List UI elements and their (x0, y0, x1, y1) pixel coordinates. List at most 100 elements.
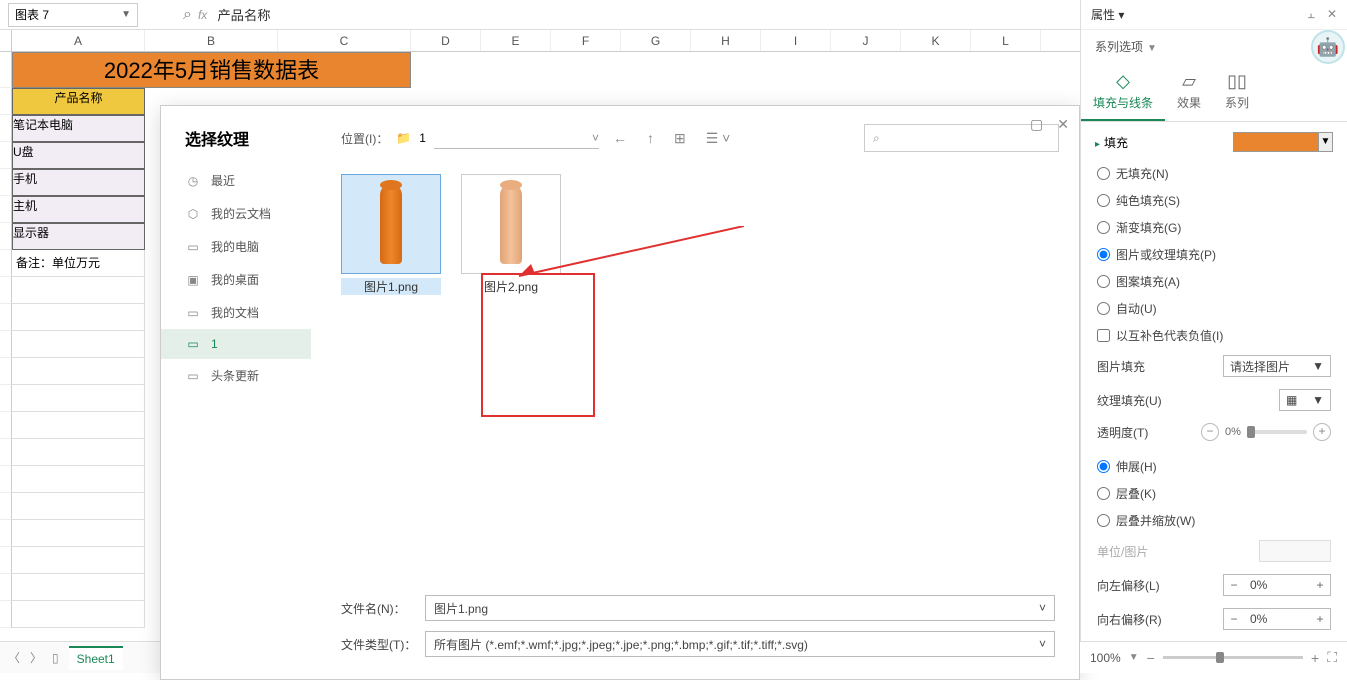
row-head-7[interactable] (0, 223, 12, 250)
row-head[interactable] (0, 466, 12, 493)
side-pc[interactable]: ▭我的电脑 (161, 230, 311, 263)
decrease-icon[interactable]: − (1224, 578, 1244, 592)
col-H[interactable]: H (691, 30, 761, 51)
col-G[interactable]: G (621, 30, 691, 51)
side-recent[interactable]: ◷最近 (161, 164, 311, 197)
fill-gradient-radio[interactable]: 渐变填充(G) (1095, 214, 1333, 241)
note-cell[interactable]: 备注：单位万元 (12, 250, 145, 277)
zoom-slider[interactable] (1163, 656, 1303, 659)
col-A[interactable]: A (12, 30, 145, 51)
data-cell[interactable]: 主机 (12, 196, 145, 223)
merged-title-cell[interactable]: 2022年5月销售数据表 (12, 52, 411, 88)
row-head[interactable] (0, 412, 12, 439)
data-cell[interactable]: U盘 (12, 142, 145, 169)
sheet-tab[interactable]: Sheet1 (69, 646, 123, 670)
fill-none-radio[interactable]: 无填充(N) (1095, 160, 1333, 187)
row-head[interactable] (0, 493, 12, 520)
col-B[interactable]: B (145, 30, 278, 51)
row-head[interactable] (0, 601, 12, 628)
sheet-list-icon[interactable]: ▯ (52, 651, 59, 665)
path-combo[interactable]: ˅ (434, 127, 599, 149)
row-head-3[interactable] (0, 115, 12, 142)
zoom-value[interactable]: 100% (1090, 651, 1121, 665)
col-J[interactable]: J (831, 30, 901, 51)
offset-right-spinner[interactable]: −0%+ (1223, 608, 1331, 630)
stack-radio[interactable]: 层叠(K) (1095, 480, 1333, 507)
zoom-in-icon[interactable]: + (1311, 650, 1319, 666)
tab-series[interactable]: ▯▯系列 (1213, 63, 1261, 121)
pin-icon[interactable]: ⫠ (1308, 7, 1315, 22)
fill-section-toggle[interactable]: ▸填充 (1095, 134, 1128, 151)
filetype-select[interactable]: 所有图片 (*.emf;*.wmf;*.jpg;*.jpeg;*.jpe;*.p… (425, 631, 1055, 657)
file-item-1[interactable]: 图片1.png (341, 174, 441, 295)
next-sheet-icon[interactable]: 〉 (30, 649, 42, 666)
col-C[interactable]: C (278, 30, 411, 51)
empty-cell[interactable] (12, 331, 145, 358)
row-head[interactable] (0, 277, 12, 304)
empty-cell[interactable] (12, 304, 145, 331)
row-head-8[interactable] (0, 250, 12, 277)
side-news[interactable]: ▭头条更新 (161, 359, 311, 392)
col-L[interactable]: L (971, 30, 1041, 51)
row-head-4[interactable] (0, 142, 12, 169)
series-options-dropdown[interactable]: 系列选项▼ (1081, 30, 1347, 63)
close-icon[interactable]: ✕ (1057, 116, 1069, 133)
stretch-radio[interactable]: 伸展(H) (1095, 453, 1333, 480)
row-head[interactable] (0, 304, 12, 331)
row-head[interactable] (0, 385, 12, 412)
decrease-icon[interactable]: − (1224, 612, 1244, 626)
col-K[interactable]: K (901, 30, 971, 51)
col-I[interactable]: I (761, 30, 831, 51)
side-cloud[interactable]: ⬡我的云文档 (161, 197, 311, 230)
fill-pattern-radio[interactable]: 图案填充(A) (1095, 268, 1333, 295)
select-all-corner[interactable] (0, 30, 12, 51)
picture-fill-select[interactable]: 请选择图片▼ (1223, 355, 1331, 377)
empty-cell[interactable] (12, 520, 145, 547)
empty-cell[interactable] (12, 412, 145, 439)
search-icon[interactable]: ⌕ (183, 6, 192, 24)
side-desktop[interactable]: ▣我的桌面 (161, 263, 311, 296)
increase-icon[interactable]: + (1310, 578, 1330, 592)
maximize-icon[interactable]: ▢ (1030, 116, 1043, 133)
empty-cell[interactable] (12, 277, 145, 304)
fill-color-picker[interactable]: ▼ (1233, 132, 1333, 152)
opacity-slider[interactable] (1247, 430, 1307, 434)
col-D[interactable]: D (411, 30, 481, 51)
data-cell[interactable]: 显示器 (12, 223, 145, 250)
empty-cell[interactable] (12, 493, 145, 520)
name-box[interactable]: 图表 7 ▼ (8, 3, 138, 27)
header-cell[interactable]: 产品名称 (12, 88, 145, 115)
offset-left-spinner[interactable]: −0%+ (1223, 574, 1331, 596)
tab-effect[interactable]: ▱效果 (1165, 63, 1213, 121)
row-head[interactable] (0, 547, 12, 574)
new-folder-icon[interactable]: ⊞ (668, 130, 692, 147)
back-icon[interactable]: ← (607, 130, 633, 146)
empty-cell[interactable] (12, 547, 145, 574)
opacity-increase[interactable]: + (1313, 423, 1331, 441)
chevron-down-icon[interactable]: ▼ (1129, 652, 1139, 663)
col-F[interactable]: F (551, 30, 621, 51)
close-icon[interactable]: ✕ (1327, 7, 1337, 22)
fill-picture-radio[interactable]: 图片或纹理填充(P) (1095, 241, 1333, 268)
col-E[interactable]: E (481, 30, 551, 51)
stack-scale-radio[interactable]: 层叠并缩放(W) (1095, 507, 1333, 534)
data-cell[interactable]: 笔记本电脑 (12, 115, 145, 142)
file-item-2[interactable]: 图片2.png (461, 174, 561, 295)
empty-cell[interactable] (12, 601, 145, 628)
empty-cell[interactable] (12, 358, 145, 385)
zoom-out-icon[interactable]: − (1147, 650, 1155, 666)
row-head[interactable] (0, 520, 12, 547)
empty-cell[interactable] (12, 574, 145, 601)
row-head[interactable] (0, 574, 12, 601)
row-head-2[interactable] (0, 88, 12, 115)
fill-solid-radio[interactable]: 纯色填充(S) (1095, 187, 1333, 214)
texture-fill-select[interactable]: ▦▼ (1279, 389, 1331, 411)
up-icon[interactable]: ↑ (641, 130, 660, 146)
filename-input[interactable]: 图片1.png˅ (425, 595, 1055, 621)
row-head[interactable] (0, 439, 12, 466)
fx-icon[interactable]: fx (198, 8, 207, 22)
empty-cell[interactable] (12, 466, 145, 493)
invert-negative-checkbox[interactable]: 以互补色代表负值(I) (1095, 322, 1333, 349)
row-head-1[interactable] (0, 52, 12, 88)
fullscreen-icon[interactable]: ⛶ (1327, 649, 1337, 666)
